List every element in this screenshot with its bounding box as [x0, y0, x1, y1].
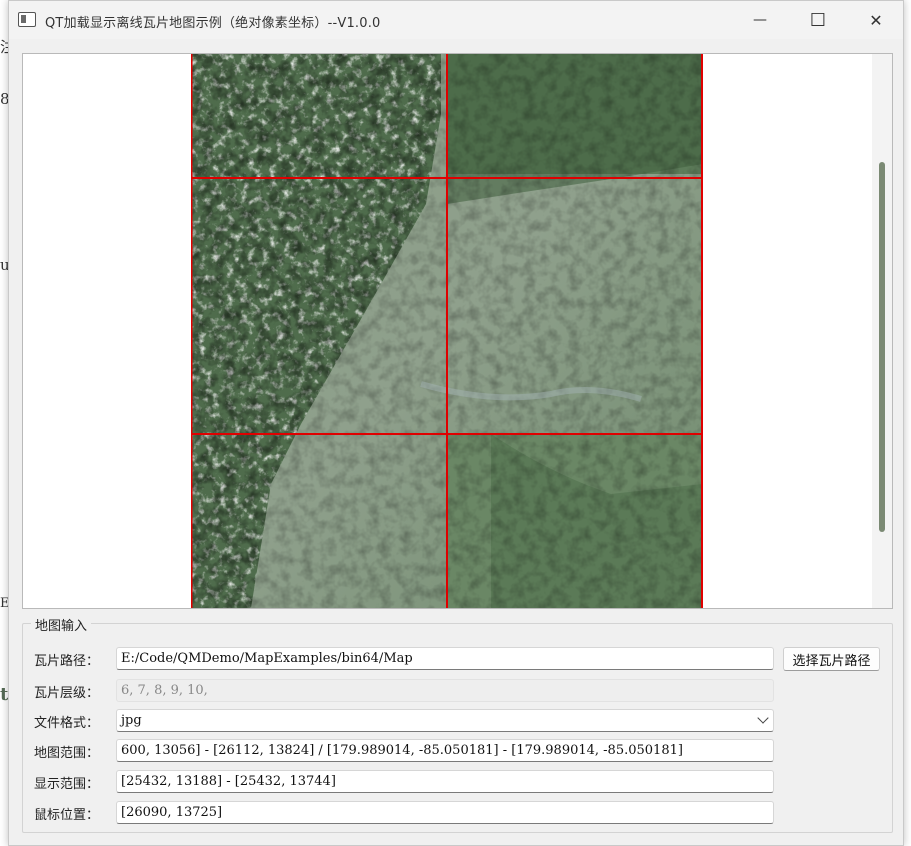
mouse-position-row: 鼠标位置： [26090, 13725] [23, 801, 892, 825]
scrollbar-thumb[interactable] [879, 162, 885, 532]
mouse-position-label: 鼠标位置： [34, 808, 100, 823]
close-icon: ✕ [869, 10, 883, 30]
satellite-map-image [191, 54, 703, 608]
tile-path-input[interactable]: E:/Code/QMDemo/MapExamples/bin64/Map [116, 647, 774, 670]
window-title: QT加载显示离线瓦片地图示例（绝对像素坐标）--V1.0.0 [45, 16, 381, 31]
minimize-icon: — [753, 12, 767, 28]
maximize-button[interactable]: ☐ [789, 1, 847, 39]
tile-levels-input: 6, 7, 8, 9, 10, [116, 679, 774, 702]
close-button[interactable]: ✕ [847, 1, 905, 39]
map-vertical-scrollbar[interactable] [872, 54, 892, 608]
minimize-button[interactable]: — [731, 1, 789, 39]
tile-path-row: 瓦片路径： E:/Code/QMDemo/MapExamples/bin64/M… [23, 647, 892, 671]
background-window-right [903, 0, 911, 846]
file-format-value: jpg [121, 713, 142, 728]
mouse-position-input[interactable]: [26090, 13725] [116, 801, 774, 824]
maximize-icon: ☐ [809, 9, 827, 31]
app-icon [18, 12, 36, 27]
file-format-label: 文件格式： [34, 716, 100, 731]
group-title: 地图输入 [31, 615, 92, 634]
chevron-down-icon [757, 712, 769, 724]
map-view[interactable] [22, 53, 893, 609]
display-range-label: 显示范围： [34, 777, 100, 792]
tile-levels-row: 瓦片层级： 6, 7, 8, 9, 10, [23, 679, 892, 703]
file-format-row: 文件格式： jpg [23, 709, 892, 733]
map-input-group: 地图输入 瓦片路径： E:/Code/QMDemo/MapExamples/bi… [22, 615, 893, 833]
main-window: QT加载显示离线瓦片地图示例（绝对像素坐标）--V1.0.0 — ☐ ✕ 地图输… [8, 0, 904, 846]
select-tile-path-button[interactable]: 选择瓦片路径 [783, 647, 880, 671]
display-range-input[interactable]: [25432, 13188] - [25432, 13744] [116, 770, 774, 793]
display-range-row: 显示范围： [25432, 13188] - [25432, 13744] [23, 770, 892, 794]
title-bar[interactable]: QT加载显示离线瓦片地图示例（绝对像素坐标）--V1.0.0 — ☐ ✕ [9, 1, 903, 39]
map-range-label: 地图范围： [34, 746, 100, 761]
map-range-row: 地图范围： 600, 13056] - [26112, 13824] / [17… [23, 739, 892, 763]
map-tile-canvas[interactable] [191, 54, 703, 608]
tile-levels-label: 瓦片层级： [34, 686, 100, 701]
map-range-input[interactable]: 600, 13056] - [26112, 13824] / [179.9890… [116, 739, 774, 762]
file-format-select[interactable]: jpg [116, 709, 774, 732]
tile-path-label: 瓦片路径： [34, 654, 100, 669]
